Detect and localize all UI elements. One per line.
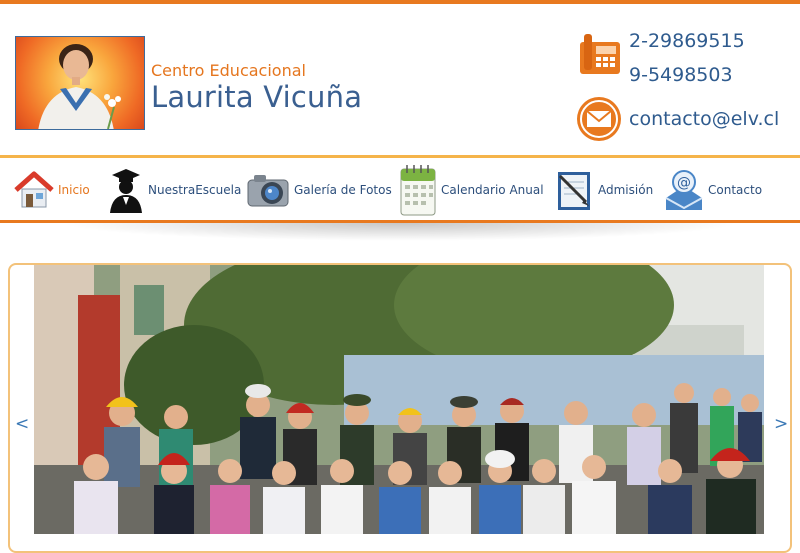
nav-label-contacto: Contacto — [708, 183, 763, 197]
slider-prev-arrow[interactable]: < — [15, 414, 29, 434]
svg-text:@: @ — [677, 175, 691, 191]
house-icon — [14, 171, 54, 208]
logo-portrait-image — [38, 44, 121, 129]
graduate-icon — [110, 169, 142, 213]
email-at-icon: @ — [665, 170, 703, 210]
brand-title: Laurita Vicuña — [151, 80, 363, 114]
nav-label-inicio: Inicio — [58, 183, 90, 197]
nav-label-calendario: Calendario Anual — [441, 183, 544, 197]
slide-photo-children-costumes — [34, 265, 764, 534]
school-logo[interactable] — [15, 36, 145, 130]
envelope-icon — [577, 97, 621, 141]
slider-next-arrow[interactable]: > — [774, 414, 788, 434]
nav-top-border — [0, 155, 800, 158]
nav-item-inicio[interactable]: Inicio — [14, 162, 90, 218]
telephone-icon — [580, 34, 620, 74]
nav-item-nuestra-escuela[interactable]: NuestraEscuela — [108, 162, 241, 218]
phone-number-landline[interactable]: 2-29869515 — [629, 30, 745, 52]
nav-item-contacto[interactable]: @ Contacto — [664, 162, 762, 218]
nav-item-admision[interactable]: Admisión — [554, 162, 653, 218]
top-accent-bar — [0, 0, 800, 4]
nav-item-galeria[interactable]: Galería de Fotos — [246, 162, 392, 218]
nav-shadow — [60, 223, 740, 241]
slide-photo-image — [34, 265, 764, 534]
contact-email-link[interactable]: contacto@elv.cl — [629, 108, 779, 130]
brand-subtitle: Centro Educacional — [151, 61, 306, 80]
calendar-icon — [400, 165, 436, 216]
document-pen-icon — [558, 172, 590, 210]
camera-icon — [247, 175, 289, 207]
nav-label-galeria: Galería de Fotos — [294, 183, 392, 197]
nav-label-admision: Admisión — [598, 183, 654, 197]
nav-item-calendario[interactable]: Calendario Anual — [399, 162, 544, 218]
phone-number-mobile[interactable]: 9-5498503 — [629, 64, 733, 86]
nav-label-nuestra-escuela: NuestraEscuela — [148, 183, 242, 197]
